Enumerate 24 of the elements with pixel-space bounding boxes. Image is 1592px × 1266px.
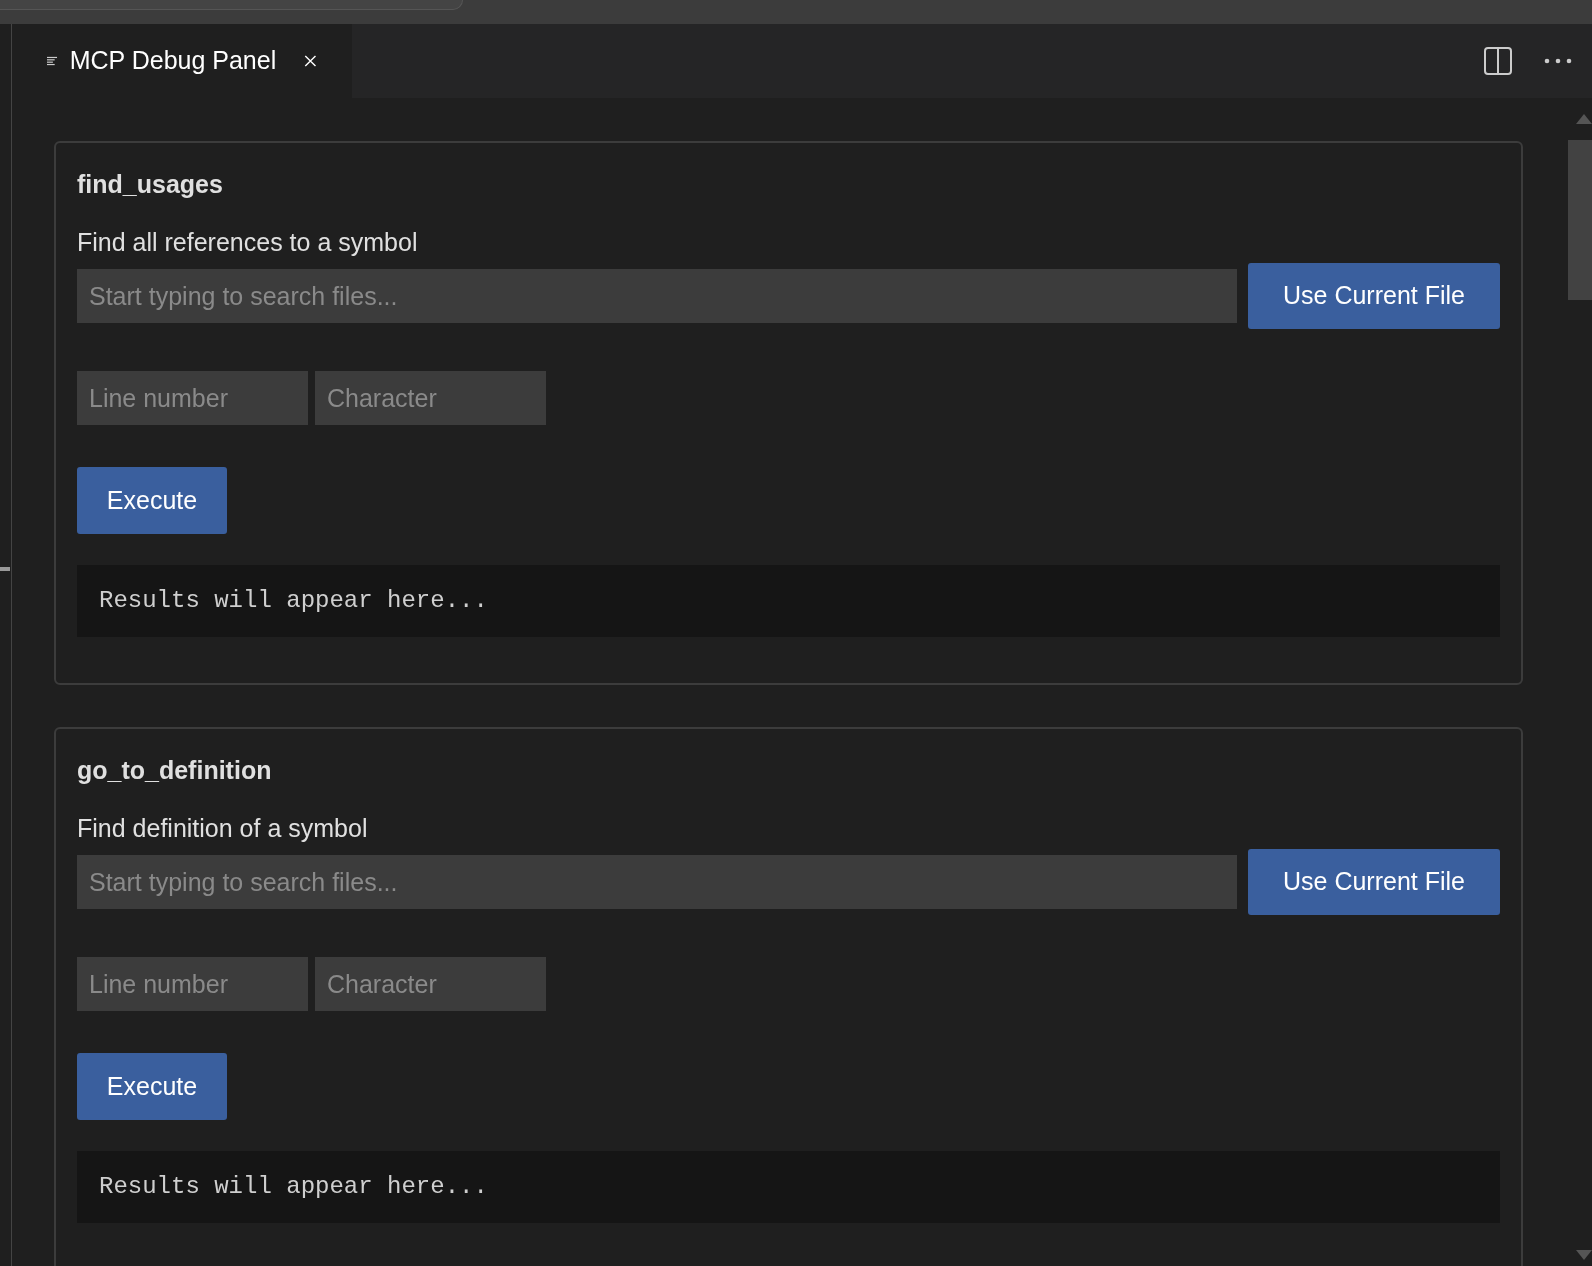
file-search-field[interactable]: Start typing to search files... [77, 269, 1237, 323]
scrollbar-thumb[interactable] [1568, 140, 1592, 300]
scroll-down-icon[interactable] [1576, 1250, 1592, 1260]
scroll-up-icon[interactable] [1576, 114, 1592, 124]
character-field[interactable]: Character [315, 957, 546, 1011]
tool-name: find_usages [77, 169, 224, 200]
line-number-field[interactable]: Line number [77, 371, 308, 425]
results-output: Results will appear here... [77, 1151, 1500, 1223]
tab-title: MCP Debug Panel [69, 45, 277, 77]
results-output: Results will appear here... [77, 565, 1500, 637]
tool-description: Find all references to a symbol [77, 227, 419, 258]
execute-button[interactable]: Execute [77, 467, 227, 534]
use-current-file-button[interactable]: Use Current File [1248, 263, 1500, 329]
line-number-field[interactable]: Line number [77, 957, 308, 1011]
sash-handle[interactable] [0, 567, 10, 571]
tool-description: Find definition of a symbol [77, 813, 369, 844]
editor-tab[interactable]: MCP Debug Panel [12, 24, 352, 98]
character-field[interactable]: Character [315, 371, 546, 425]
split-editor-icon[interactable] [1484, 47, 1512, 75]
file-search-field[interactable]: Start typing to search files... [77, 855, 1237, 909]
more-icon[interactable] [1544, 58, 1572, 64]
use-current-file-button[interactable]: Use Current File [1248, 849, 1500, 915]
tool-name: go_to_definition [77, 755, 273, 786]
execute-button[interactable]: Execute [77, 1053, 227, 1120]
